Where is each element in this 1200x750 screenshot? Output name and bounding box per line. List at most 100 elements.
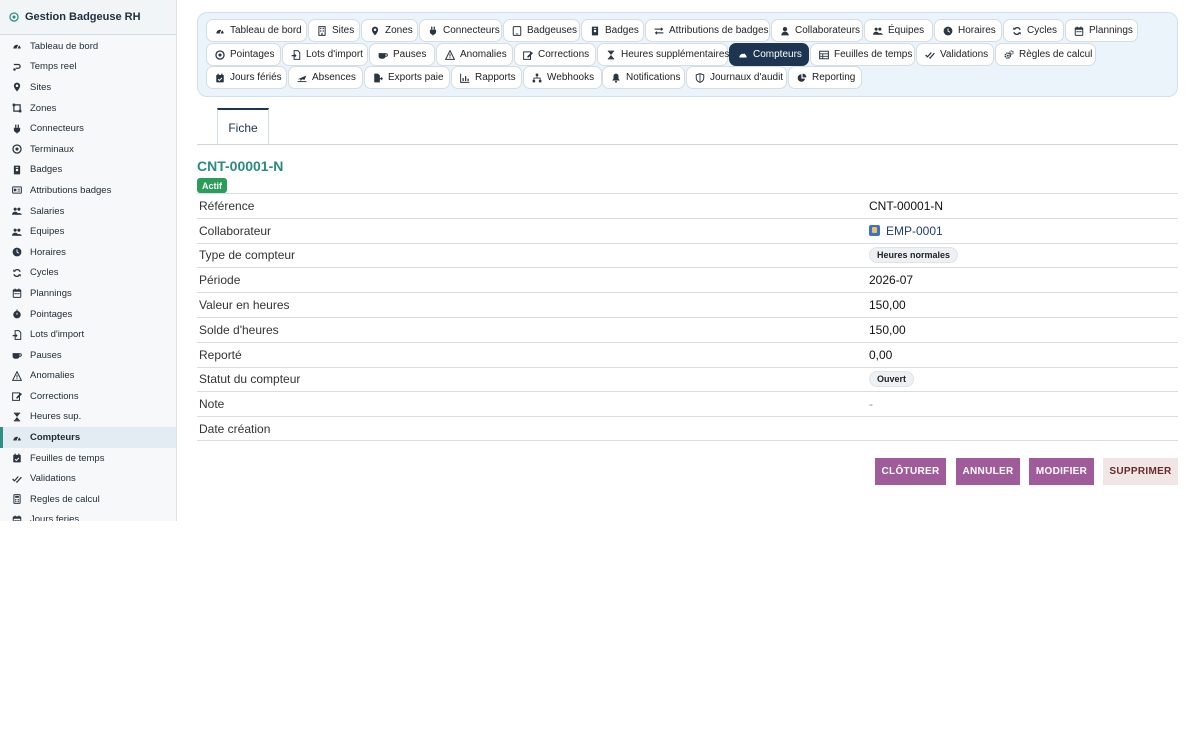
tab-pointages[interactable]: Pointages xyxy=(206,43,281,66)
tab-collaborateurs[interactable]: Collaborateurs xyxy=(771,19,863,42)
sidebar-item-jours-feries[interactable]: Jours feries xyxy=(0,510,176,521)
tab-plannings[interactable]: Plannings xyxy=(1065,19,1138,42)
edit-button[interactable]: MODIFIER xyxy=(1029,458,1094,485)
delete-button[interactable]: SUPPRIMER xyxy=(1103,458,1178,485)
tab-fiche[interactable]: Fiche xyxy=(217,108,269,145)
sidebar-item-label: Heures sup. xyxy=(30,411,82,423)
detail-fields: Référence CNT-00001-N Collaborateur EMP-000… xyxy=(197,193,1178,441)
tab-horaires[interactable]: Horaires xyxy=(934,19,1002,42)
tab-label: Pointages xyxy=(230,49,275,60)
sidebar-item-horaires[interactable]: Horaires xyxy=(0,242,176,263)
badge-icon xyxy=(12,165,22,175)
tab-heures-supplementaires[interactable]: Heures supplémentaires xyxy=(597,43,730,66)
tab-webhooks[interactable]: Webhooks xyxy=(523,66,602,89)
sidebar-item-sites[interactable]: Sites xyxy=(0,77,176,98)
tab-connecteurs[interactable]: Connecteurs xyxy=(419,19,502,42)
field-value-reference: CNT-00001-N xyxy=(869,199,943,213)
sidebar-item-tableau-de-bord[interactable]: Tableau de bord xyxy=(0,36,176,57)
field-value-text: 0,00 xyxy=(869,347,893,362)
tab-divider xyxy=(197,144,1178,145)
tab-label: Attributions de badges xyxy=(669,25,769,36)
sidebar-item-validations[interactable]: Validations xyxy=(0,468,176,489)
tab-zones[interactable]: Zones xyxy=(361,19,418,42)
tab-badgeuses[interactable]: Badgeuses xyxy=(503,19,580,42)
tab-pauses[interactable]: Pauses xyxy=(369,43,435,66)
tab-absences[interactable]: Absences xyxy=(288,66,363,89)
sidebar-item-feuilles-de-temps[interactable]: Feuilles de temps xyxy=(0,448,176,469)
sidebar-item-attributions-badges[interactable]: Attributions badges xyxy=(0,180,176,201)
sidebar-item-temps-reel[interactable]: Temps reel xyxy=(0,57,176,78)
tab-cycles[interactable]: Cycles xyxy=(1003,19,1064,42)
coffee-icon xyxy=(378,50,388,60)
field-value-type-de-compteur: Heures normales xyxy=(869,247,959,264)
tab-anomalies[interactable]: Anomalies xyxy=(436,43,513,66)
sidebar-item-regles-de-calcul[interactable]: Regles de calcul xyxy=(0,489,176,510)
tab-compteurs[interactable]: Compteurs xyxy=(729,43,809,66)
tab-exports-paie[interactable]: Exports paie xyxy=(364,66,450,89)
tab-jours-feries[interactable]: Jours fériés xyxy=(206,66,287,89)
sidebar-item-pauses[interactable]: Pauses xyxy=(0,345,176,366)
field-value-text[interactable]: EMP-0001 xyxy=(886,224,943,238)
field-label: Note xyxy=(199,397,225,412)
users-icon xyxy=(12,206,22,216)
sidebar-item-label: Badges xyxy=(30,164,63,176)
tab-label: Journaux d'audit xyxy=(710,72,784,83)
zones-icon xyxy=(12,103,22,113)
clock-icon xyxy=(943,26,953,36)
sidebar-item-salaries[interactable]: Salaries xyxy=(0,201,176,222)
field-label: Solde d'heures xyxy=(199,322,279,337)
plane-icon xyxy=(297,73,307,83)
plug-icon xyxy=(428,26,438,36)
sidebar-item-corrections[interactable]: Corrections xyxy=(0,386,176,407)
field-row-note: Note - xyxy=(197,391,1178,416)
sidebar-item-cycles[interactable]: Cycles xyxy=(0,263,176,284)
close-button[interactable]: CLÔTURER xyxy=(875,458,946,485)
field-label: Valeur en heures xyxy=(199,298,290,313)
tab-label: Heures supplémentaires xyxy=(621,49,730,60)
tab-corrections[interactable]: Corrections xyxy=(514,43,596,66)
sidebar-item-heures-sup[interactable]: Heures sup. xyxy=(0,407,176,428)
sidebar-item-equipes[interactable]: Equipes xyxy=(0,221,176,242)
sync-icon xyxy=(12,268,22,278)
tab-reporting[interactable]: Reporting xyxy=(788,66,862,89)
tab-label: Corrections xyxy=(538,49,590,60)
sidebar-item-connecteurs[interactable]: Connecteurs xyxy=(0,118,176,139)
network-icon xyxy=(532,73,542,83)
table-icon xyxy=(819,50,829,60)
wifi-icon xyxy=(12,144,22,154)
tab-journaux-d-audit[interactable]: Journaux d'audit xyxy=(686,66,787,89)
cancel-button[interactable]: ANNULER xyxy=(956,458,1020,485)
tab-lots-d-import[interactable]: Lots d'import xyxy=(282,43,368,66)
user-icon xyxy=(780,26,790,36)
sidebar-item-label: Validations xyxy=(30,473,76,485)
tab-notifications[interactable]: Notifications xyxy=(602,66,685,89)
sidebar-item-badges[interactable]: Badges xyxy=(0,160,176,181)
tab-badges[interactable]: Badges xyxy=(581,19,644,42)
tab-equipes[interactable]: Équipes xyxy=(864,19,933,42)
field-value-text: CNT-00001-N xyxy=(869,198,944,213)
sidebar-item-plannings[interactable]: Plannings xyxy=(0,283,176,304)
field-value-reporte: 0,00 xyxy=(869,348,892,362)
stopwatch-icon xyxy=(12,309,22,319)
tab-validations[interactable]: Validations xyxy=(916,43,994,66)
sidebar-item-anomalies[interactable]: Anomalies xyxy=(0,366,176,387)
sidebar-item-label: Compteurs xyxy=(30,432,81,444)
building-icon xyxy=(317,25,327,36)
field-value-text: 150,00 xyxy=(869,298,906,313)
tab-attributions-de-badges[interactable]: Attributions de badges xyxy=(645,19,770,42)
sidebar-item-compteurs[interactable]: Compteurs xyxy=(0,427,176,448)
sidebar-item-lots-d-import[interactable]: Lots d'import xyxy=(0,324,176,345)
field-value-collaborateur[interactable]: EMP-0001 xyxy=(869,224,943,238)
sidebar-item-terminaux[interactable]: Terminaux xyxy=(0,139,176,160)
tab-regles-de-calcul[interactable]: Règles de calcul xyxy=(995,43,1096,66)
sidebar-item-pointages[interactable]: Pointages xyxy=(0,304,176,325)
tab-sites[interactable]: Sites xyxy=(308,19,360,42)
sidebar-item-zones[interactable]: Zones xyxy=(0,98,176,119)
tab-rapports[interactable]: Rapports xyxy=(451,66,522,89)
tab-feuilles-de-temps[interactable]: Feuilles de temps xyxy=(810,43,915,66)
tab-tableau-de-bord[interactable]: Tableau de bord xyxy=(206,19,307,42)
field-row-statut-du-compteur: Statut du compteur Ouvert xyxy=(197,366,1178,392)
tab-label: Horaires xyxy=(958,25,996,36)
sidebar-item-label: Pointages xyxy=(30,308,73,320)
piechart-icon xyxy=(797,73,807,83)
